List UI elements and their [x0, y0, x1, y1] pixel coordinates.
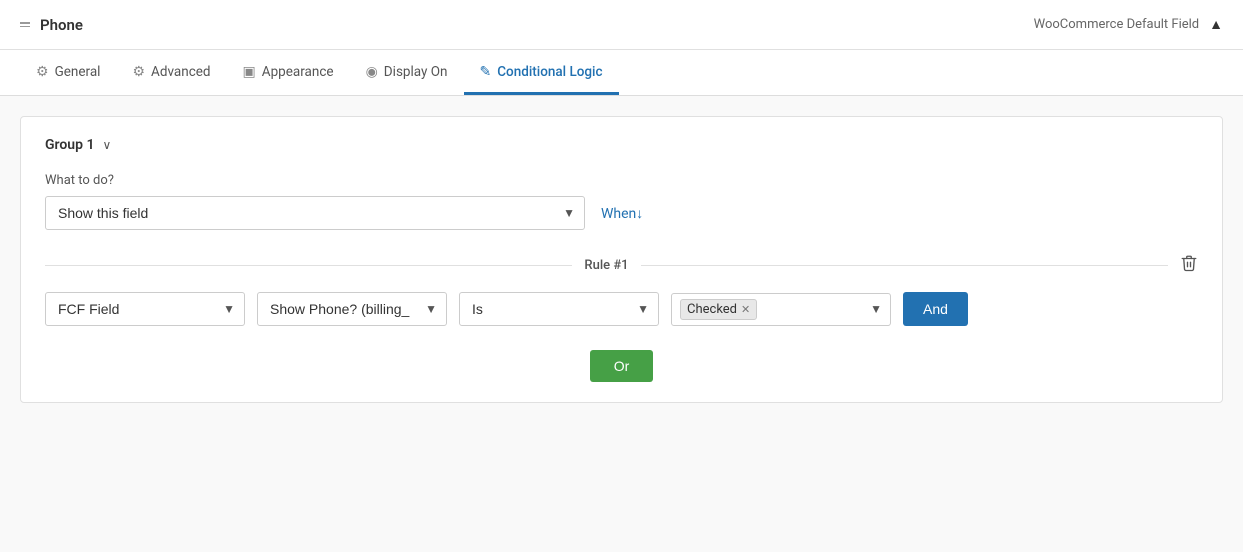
page-wrapper: Phone WooCommerce Default Field ▲ ⚙ Gene…	[0, 0, 1243, 552]
and-button[interactable]: And	[903, 292, 968, 326]
rule-header-row: Rule #1	[45, 254, 1198, 276]
tag-checked-label: Checked	[687, 302, 737, 317]
tab-conditional-logic[interactable]: ✎ Conditional Logic	[464, 52, 619, 95]
tab-appearance[interactable]: ▣ Appearance	[227, 52, 350, 95]
what-to-do-section: What to do? Show this field Hide this fi…	[45, 173, 1198, 230]
delete-rule-icon[interactable]	[1180, 254, 1198, 276]
field-select[interactable]: FCF Field	[45, 292, 245, 326]
rule-section: Rule #1	[45, 254, 1198, 382]
when-link[interactable]: When↓	[601, 205, 643, 222]
condition-select-wrapper: Show Phone? (billing_... ▼	[257, 292, 447, 326]
operator-select[interactable]: Is Is Not	[459, 292, 659, 326]
rule-title: Rule #1	[584, 258, 628, 273]
tab-general-label: General	[55, 64, 101, 80]
tab-advanced-label: Advanced	[151, 64, 211, 80]
field-header-left: Phone	[20, 16, 83, 34]
group-chevron[interactable]: ∨	[102, 138, 111, 152]
rule-line-left	[45, 265, 572, 266]
display-on-icon: ◉	[366, 64, 378, 80]
or-row: Or	[45, 350, 1198, 382]
or-button[interactable]: Or	[590, 350, 654, 382]
main-content: Group 1 ∨ What to do? Show this field Hi…	[0, 96, 1243, 552]
conditional-logic-icon: ✎	[480, 64, 492, 80]
rule-line-right	[641, 265, 1168, 266]
tags-dropdown-arrow[interactable]: ▼	[870, 302, 882, 316]
group-title: Group 1	[45, 137, 94, 153]
tabs-bar: ⚙ General ⚙ Advanced ▣ Appearance ◉ Disp…	[0, 50, 1243, 96]
action-row: Show this field Hide this field ▼ When↓	[45, 196, 1198, 230]
tab-conditional-logic-label: Conditional Logic	[497, 64, 602, 80]
field-header: Phone WooCommerce Default Field ▲	[0, 0, 1243, 50]
appearance-icon: ▣	[243, 64, 256, 80]
advanced-icon: ⚙	[132, 64, 145, 80]
tab-display-on-label: Display On	[384, 64, 448, 80]
operator-select-wrapper: Is Is Not ▼	[459, 292, 659, 326]
group-header: Group 1 ∨	[45, 137, 1198, 153]
field-header-right: WooCommerce Default Field ▲	[1034, 16, 1223, 33]
tab-appearance-label: Appearance	[262, 64, 334, 80]
rule-row: FCF Field ▼ Show Phone? (billing_... ▼	[45, 292, 1198, 326]
general-icon: ⚙	[36, 64, 49, 80]
collapse-icon[interactable]: ▲	[1209, 16, 1223, 33]
what-to-do-label: What to do?	[45, 173, 1198, 188]
woo-default-label: WooCommerce Default Field	[1034, 17, 1200, 32]
tab-display-on[interactable]: ◉ Display On	[350, 52, 464, 95]
condition-select[interactable]: Show Phone? (billing_...	[257, 292, 447, 326]
field-title: Phone	[40, 16, 83, 34]
group-card: Group 1 ∨ What to do? Show this field Hi…	[20, 116, 1223, 403]
tag-remove-icon[interactable]: ✕	[741, 303, 750, 316]
field-select-wrapper: FCF Field ▼	[45, 292, 245, 326]
sort-icon[interactable]	[20, 22, 30, 27]
action-select[interactable]: Show this field Hide this field	[45, 196, 585, 230]
tab-advanced[interactable]: ⚙ Advanced	[116, 52, 226, 95]
tab-general[interactable]: ⚙ General	[20, 52, 116, 95]
tags-select-wrapper[interactable]: Checked ✕ ▼	[671, 293, 891, 326]
tag-checked: Checked ✕	[680, 299, 757, 320]
action-select-wrapper: Show this field Hide this field ▼	[45, 196, 585, 230]
